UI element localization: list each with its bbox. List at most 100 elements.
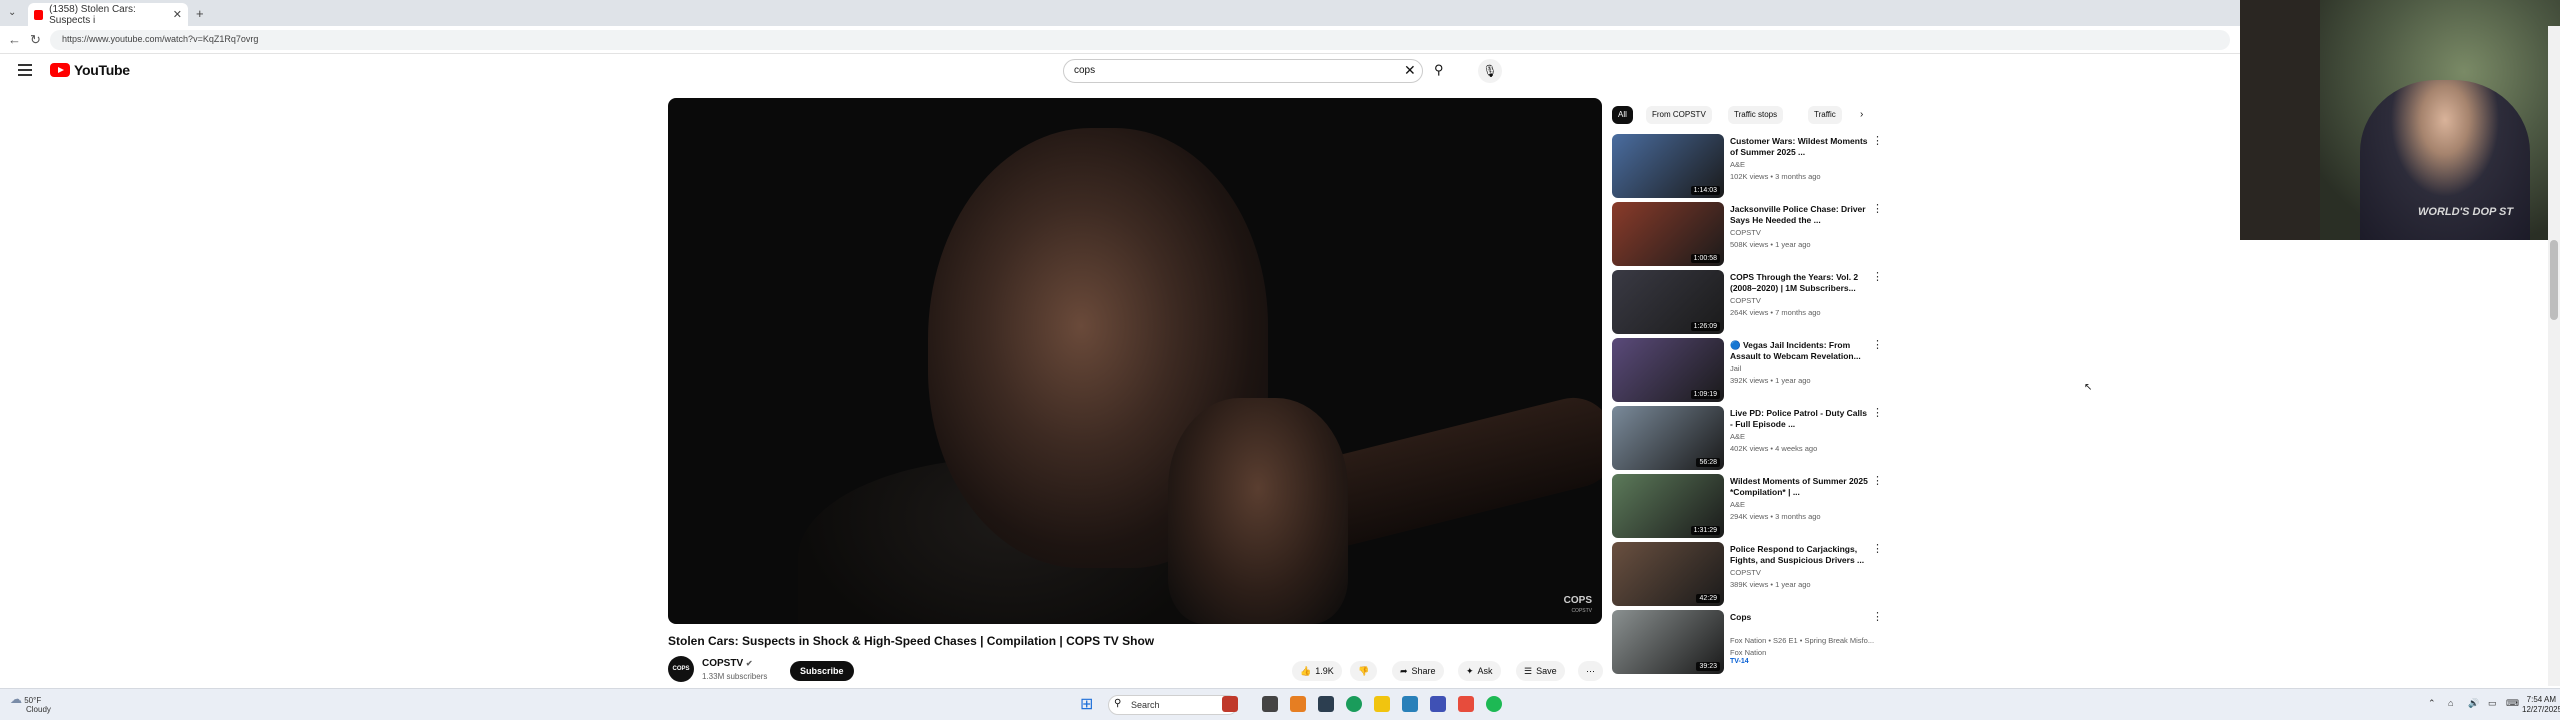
subscriber-count: 1.33M subscribers (702, 672, 768, 681)
more-options-icon[interactable]: ⋮ (1872, 338, 1883, 351)
system-clock[interactable]: 7:54 AM 12/27/2025 (2522, 695, 2560, 715)
recommended-channel[interactable]: A&E (1730, 432, 1745, 441)
recommended-channel[interactable]: COPSTV (1730, 296, 1761, 305)
like-count: 1.9K (1315, 666, 1334, 676)
recommended-video[interactable]: 56:28 Live PD: Police Patrol - Duty Calls… (1612, 406, 1883, 470)
chip-traffic[interactable]: Traffic (1808, 106, 1842, 124)
more-options-icon[interactable]: ⋮ (1872, 270, 1883, 283)
file-explorer-icon[interactable] (1374, 696, 1390, 712)
back-icon[interactable]: ← (8, 32, 21, 47)
recommended-channel[interactable]: A&E (1730, 500, 1745, 509)
new-tab-icon[interactable]: + (196, 6, 204, 21)
share-button[interactable]: ➦ Share (1392, 661, 1444, 681)
recommended-video-title[interactable]: Live PD: Police Patrol - Duty Calls - Fu… (1730, 408, 1868, 430)
recommended-video[interactable]: 42:29 Police Respond to Carjackings, Figh… (1612, 542, 1883, 606)
taskbar-app-icon[interactable] (1222, 696, 1238, 712)
more-actions-icon[interactable]: ⋯ (1578, 661, 1603, 681)
video-duration: 39:23 (1696, 662, 1720, 671)
channel-name[interactable]: COPSTV ✔ (702, 658, 753, 669)
clear-search-icon[interactable]: ✕ (1404, 62, 1416, 79)
tab-list-icon[interactable]: ⌄ (8, 7, 16, 18)
page-scrollbar[interactable] (2548, 26, 2560, 686)
recommended-channel[interactable]: Jail (1730, 364, 1741, 373)
recommended-video-title[interactable]: Cops (1730, 612, 1868, 623)
save-button[interactable]: ☰ Save (1516, 661, 1565, 681)
spotify-icon[interactable] (1486, 696, 1502, 712)
recommended-channel[interactable]: Fox Nation • S26 E1 • Spring Break Misfo… (1730, 636, 1874, 645)
chip-traffic-stops[interactable]: Traffic stops (1728, 106, 1784, 124)
firefox-icon[interactable] (1290, 696, 1306, 712)
video-thumbnail[interactable]: 1:14:03 (1612, 134, 1724, 198)
recommended-channel[interactable]: COPSTV (1730, 568, 1761, 577)
video-thumbnail[interactable]: 42:29 (1612, 542, 1724, 606)
search-icon[interactable]: ⚲ (1434, 62, 1444, 78)
taskbar-search-input[interactable]: Search (1108, 695, 1238, 715)
menu-icon[interactable] (18, 64, 32, 76)
video-thumbnail[interactable]: 1:00:58 (1612, 202, 1724, 266)
recommended-video-title[interactable]: Jacksonville Police Chase: Driver Says H… (1730, 204, 1868, 226)
video-thumbnail[interactable]: 56:28 (1612, 406, 1724, 470)
save-icon: ☰ (1524, 666, 1533, 676)
recommended-video-title[interactable]: Wildest Moments of Summer 2025 *Compilat… (1730, 476, 1868, 498)
task-view-icon[interactable] (1262, 696, 1278, 712)
edge-icon[interactable] (1346, 696, 1362, 712)
recommended-channel[interactable]: A&E (1730, 160, 1745, 169)
recommended-video[interactable]: 1:14:03 Customer Wars: Wildest Moments of… (1612, 134, 1883, 198)
recommended-video-title[interactable]: Customer Wars: Wildest Moments of Summer… (1730, 136, 1868, 158)
network-icon[interactable]: ⌂ (2448, 698, 2453, 708)
sparkle-icon: ✦ (1466, 666, 1474, 676)
video-thumbnail[interactable]: 39:23 (1612, 610, 1724, 674)
channel-avatar[interactable]: COPS (668, 656, 694, 682)
ask-button[interactable]: ✦ Ask (1458, 661, 1501, 681)
more-options-icon[interactable]: ⋮ (1872, 542, 1883, 555)
video-player[interactable]: COPS COPSTV (668, 98, 1602, 624)
language-icon[interactable]: ⌨ (2506, 698, 2519, 709)
recommended-meta: 402K views • 4 weeks ago (1730, 444, 1818, 453)
windows-start-icon[interactable]: ⊞ (1080, 694, 1093, 714)
tab-title: (1358) Stolen Cars: Suspects i (49, 3, 136, 26)
tab-close-icon[interactable]: ✕ (173, 8, 182, 21)
obs-icon[interactable] (1458, 696, 1474, 712)
browser-tab-active[interactable]: (1358) Stolen Cars: Suspects i ✕ (28, 3, 188, 26)
scrollbar-thumb[interactable] (2550, 240, 2558, 320)
battery-icon[interactable]: ▭ (2488, 698, 2497, 709)
discord-icon[interactable] (1430, 696, 1446, 712)
recommended-video[interactable]: 39:23 Cops Fox Nation • S26 E1 • Spring Br… (1612, 610, 1883, 674)
video-duration: 42:29 (1696, 594, 1720, 603)
store-icon[interactable] (1402, 696, 1418, 712)
subscribe-button[interactable]: Subscribe (790, 661, 854, 681)
search-input[interactable]: cops (1063, 59, 1423, 83)
weather-widget[interactable]: ☁ 50°F Cloudy (10, 693, 51, 714)
recommended-channel[interactable]: COPSTV (1730, 228, 1761, 237)
more-options-icon[interactable]: ⋮ (1872, 134, 1883, 147)
more-options-icon[interactable]: ⋮ (1872, 202, 1883, 215)
like-button[interactable]: 👍 1.9K (1292, 661, 1342, 681)
terminal-icon[interactable] (1318, 696, 1334, 712)
video-title: Stolen Cars: Suspects in Shock & High-Sp… (668, 634, 1155, 648)
chip-all[interactable]: All (1612, 106, 1633, 124)
recommended-video-title[interactable]: Police Respond to Carjackings, Fights, a… (1730, 544, 1868, 566)
more-options-icon[interactable]: ⋮ (1872, 474, 1883, 487)
video-thumbnail[interactable]: 1:26:09 (1612, 270, 1724, 334)
dislike-button[interactable]: 👎 (1350, 661, 1378, 681)
video-thumbnail[interactable]: 1:31:29 (1612, 474, 1724, 538)
speaker-icon[interactable]: 🔊 (2468, 698, 2479, 709)
reload-icon[interactable]: ↻ (30, 32, 41, 48)
browser-tab-bar: ⌄ (1358) Stolen Cars: Suspects i ✕ + (0, 0, 2240, 26)
recommended-video[interactable]: 1:00:58 Jacksonville Police Chase: Driver… (1612, 202, 1883, 266)
url-field[interactable]: https://www.youtube.com/watch?v=KqZ1Rq7o… (50, 30, 2230, 50)
more-options-icon[interactable]: ⋮ (1872, 406, 1883, 419)
recommended-video[interactable]: 1:26:09 COPS Through the Years: Vol. 2 (2… (1612, 270, 1883, 334)
recommended-video-title[interactable]: 🔵 Vegas Jail Incidents: From Assault to … (1730, 340, 1868, 362)
recommended-meta: 508K views • 1 year ago (1730, 240, 1811, 249)
chevron-right-icon[interactable]: › (1860, 106, 1863, 124)
more-options-icon[interactable]: ⋮ (1872, 610, 1883, 623)
youtube-logo[interactable]: YouTube (50, 62, 130, 78)
chip-from-copstv[interactable]: From COPSTV (1646, 106, 1712, 124)
recommended-video[interactable]: 1:09:19 🔵 Vegas Jail Incidents: From Assa… (1612, 338, 1883, 402)
recommended-video[interactable]: 1:31:29 Wildest Moments of Summer 2025 *C… (1612, 474, 1883, 538)
tray-chevron-icon[interactable]: ⌃ (2428, 698, 2436, 709)
recommended-video-title[interactable]: COPS Through the Years: Vol. 2 (2008–202… (1730, 272, 1868, 294)
microphone-icon[interactable]: 🎙 (1478, 59, 1502, 83)
video-thumbnail[interactable]: 1:09:19 (1612, 338, 1724, 402)
